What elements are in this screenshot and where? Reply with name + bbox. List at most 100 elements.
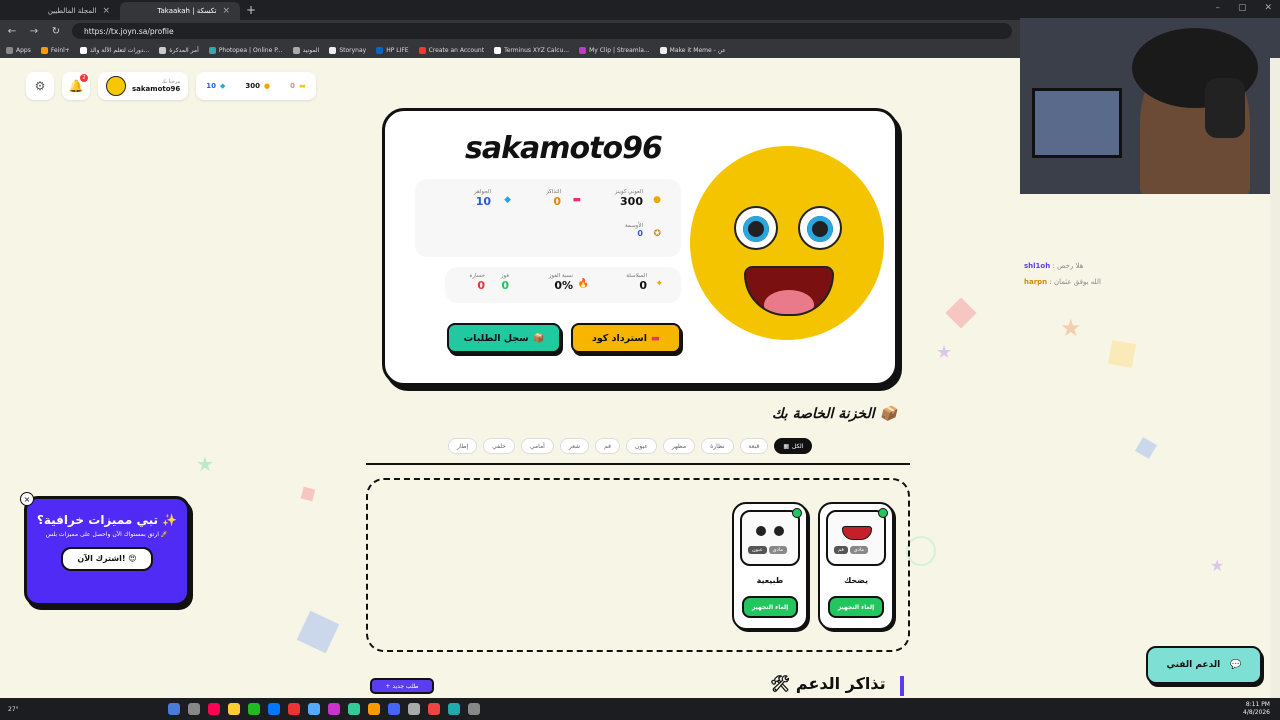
vault-item[interactable]: فم مادي يضحك إلغاء التجهيز xyxy=(818,502,894,630)
bookmark-item[interactable]: Feinl+ xyxy=(40,46,70,54)
close-icon[interactable]: × xyxy=(102,6,110,16)
bookmark-icon xyxy=(292,46,300,54)
tab-glasses[interactable]: نظارة xyxy=(701,438,734,454)
vault-title: الخزنة الخاصة بك 📦 xyxy=(772,406,897,422)
browser-tab-active[interactable]: Takaakah | تكسكة × xyxy=(120,2,240,20)
maximize-icon[interactable]: ▢ xyxy=(1238,3,1247,13)
ticket-icon: ▬ xyxy=(572,195,581,205)
app-icon[interactable] xyxy=(248,703,260,715)
app-icon[interactable] xyxy=(448,703,460,715)
tab-all[interactable]: ▦ الكل xyxy=(774,438,813,454)
tab-front[interactable]: أمامي xyxy=(520,438,554,454)
settings-button[interactable]: ⚙ xyxy=(26,72,54,100)
sparkle-icon: ✦ xyxy=(655,279,663,289)
close-icon[interactable]: × xyxy=(20,492,34,506)
notifications-button[interactable]: 🔔 2 xyxy=(62,72,90,100)
profile-name: sakamoto96 xyxy=(465,131,663,166)
app-icon[interactable] xyxy=(228,703,240,715)
app-icon[interactable] xyxy=(408,703,420,715)
app-icon[interactable] xyxy=(288,703,300,715)
url-field[interactable]: https://tx.joyn.sa/profile xyxy=(72,23,1012,39)
monitor-shape xyxy=(1032,88,1122,158)
unequip-button[interactable]: إلغاء التجهيز xyxy=(828,596,884,618)
bookmark-item[interactable]: دورات لتعلم الآلة والذ... xyxy=(79,46,149,54)
tab-frame[interactable]: إطار xyxy=(448,438,478,454)
tab-mouth[interactable]: فم xyxy=(595,438,620,454)
clock[interactable]: 8:11 PM 4/8/2026 xyxy=(1243,701,1270,717)
bookmark-item[interactable]: Create an Account xyxy=(418,46,484,54)
app-icon[interactable] xyxy=(468,703,480,715)
app-icon[interactable] xyxy=(388,703,400,715)
close-icon[interactable]: × xyxy=(222,6,230,16)
browser-tab[interactable]: المجلة المالطيين × xyxy=(0,2,120,20)
search-icon[interactable] xyxy=(188,703,200,715)
bookmark-item[interactable]: Storynay xyxy=(329,46,366,54)
grid-icon: ▦ xyxy=(783,442,790,450)
taskbar-apps xyxy=(168,703,480,715)
notification-count-badge: 2 xyxy=(80,74,88,82)
decoration-circle-icon xyxy=(906,536,936,566)
weather-widget[interactable]: 27° xyxy=(8,706,158,713)
unequip-button[interactable]: إلغاء التجهيز xyxy=(742,596,798,618)
item-tag: عيون xyxy=(748,546,767,554)
item-thumbnail: فم مادي xyxy=(826,510,886,566)
bookmark-item[interactable]: Photopea | Online P... xyxy=(208,46,283,54)
back-icon[interactable]: ← xyxy=(6,26,18,37)
vault-item[interactable]: عيون مادي طبيعية إلغاء التجهيز xyxy=(732,502,808,630)
order-history-button[interactable]: سجل الطلبات 📦 xyxy=(447,323,561,353)
app-icon[interactable] xyxy=(308,703,320,715)
support-button[interactable]: الدعم الفني 💬 xyxy=(1146,646,1262,684)
tab-hat[interactable]: قبعة xyxy=(739,438,769,454)
close-window-icon[interactable]: ✕ xyxy=(1264,3,1272,13)
bookmark-item[interactable]: HP LIFE xyxy=(376,46,409,54)
tab-back[interactable]: خلفي xyxy=(483,438,515,454)
bookmark-icon xyxy=(376,46,384,54)
username-text: sakamoto96 xyxy=(132,85,181,93)
decoration-star-icon: ★ xyxy=(1210,556,1225,575)
mouth-icon xyxy=(744,266,834,316)
decoration-square-icon xyxy=(300,486,316,502)
vault-category-tabs: ▦ الكل قبعة نظارة مظهر عيون فم شعر أمامي … xyxy=(448,438,813,454)
promo-description: ارتق بمستواك الآن واحصل على مميزات بلس 🚀 xyxy=(45,531,169,538)
item-tag: مادي xyxy=(768,546,788,554)
item-thumbnail: عيون مادي xyxy=(740,510,800,566)
bookmark-item[interactable]: المونيد xyxy=(292,46,319,54)
winrate-stat: نسبة الفوز 0% xyxy=(548,273,573,292)
app-icon[interactable] xyxy=(208,703,220,715)
box-icon: 📦 xyxy=(532,332,545,344)
new-tab-icon[interactable]: + xyxy=(246,3,256,17)
ticket-icon: ▬ xyxy=(651,332,661,344)
bookmark-item[interactable]: Make it Meme - عن xyxy=(659,46,726,54)
redeem-code-button[interactable]: استرداد كود ▬ xyxy=(571,323,681,353)
section-accent-bar xyxy=(900,676,904,696)
new-ticket-button[interactable]: + طلب جديد xyxy=(370,678,434,694)
app-icon[interactable] xyxy=(368,703,380,715)
tab-eyes[interactable]: عيون xyxy=(625,438,657,454)
minimize-icon[interactable]: – xyxy=(1215,3,1220,13)
bookmark-item[interactable]: Apps xyxy=(6,46,31,54)
app-icon[interactable] xyxy=(348,703,360,715)
bookmark-item[interactable]: My Clip | Streamla... xyxy=(579,46,650,54)
bookmark-icon xyxy=(208,46,216,54)
app-icon[interactable] xyxy=(268,703,280,715)
stream-chat: shl1oh : هلا رخص harpn : الله يوفق عثمان xyxy=(1024,258,1101,290)
user-chip[interactable]: مرحبا بك sakamoto96 xyxy=(98,72,189,100)
subscribe-button[interactable]: اشترك الآن! 😍 xyxy=(61,546,153,571)
bookmark-icon xyxy=(159,46,167,54)
windows-start-icon[interactable] xyxy=(168,703,180,715)
app-icon[interactable] xyxy=(428,703,440,715)
diamond-icon: ◆ xyxy=(504,195,511,205)
page-scrollbar[interactable] xyxy=(1270,58,1280,698)
bookmark-item[interactable]: أمر المدكرة xyxy=(159,46,199,54)
forward-icon[interactable]: → xyxy=(28,26,40,37)
tab-title: Takaakah | تكسكة xyxy=(157,7,217,15)
tab-hair[interactable]: شعر xyxy=(559,438,590,454)
bookmark-item[interactable]: Terminus XYZ Calcu... xyxy=(494,46,569,54)
coins-stat: العوني كوينز 300 xyxy=(614,189,643,208)
reload-icon[interactable]: ↻ xyxy=(50,26,62,37)
tab-appearance[interactable]: مظهر xyxy=(662,438,696,454)
equipped-indicator xyxy=(878,508,888,518)
webcam-overlay xyxy=(1020,18,1280,194)
app-icon[interactable] xyxy=(328,703,340,715)
streak-stat: السلاسلة 0 xyxy=(626,273,647,292)
